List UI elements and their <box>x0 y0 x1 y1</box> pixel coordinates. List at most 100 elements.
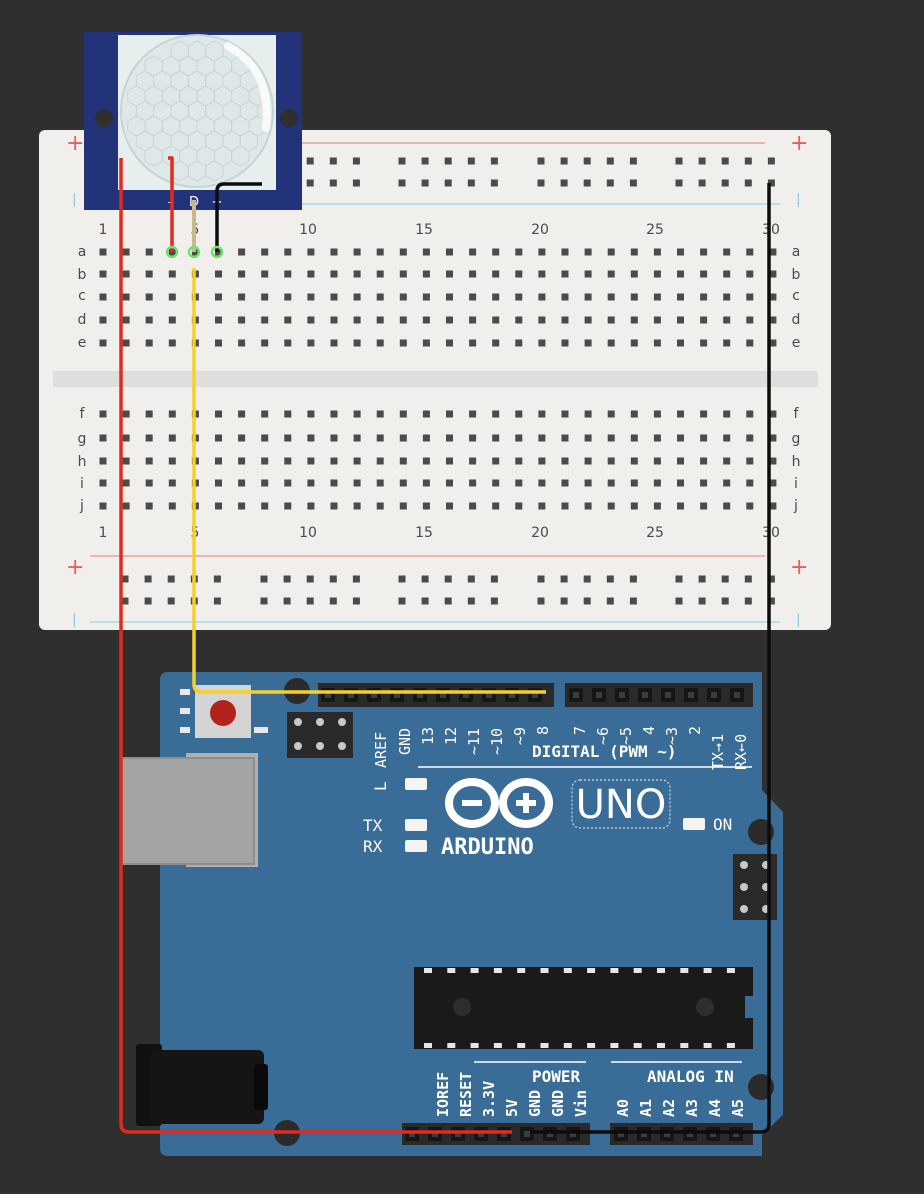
breadboard-hole[interactable] <box>99 502 107 510</box>
breadboard-hole[interactable] <box>284 293 292 301</box>
breadboard-hole[interactable] <box>746 410 754 418</box>
breadboard-hole[interactable] <box>376 270 384 278</box>
breadboard-hole[interactable] <box>145 502 153 510</box>
breadboard-hole[interactable] <box>122 270 130 278</box>
breadboard-hole[interactable] <box>238 270 246 278</box>
breadboard-hole[interactable] <box>145 339 153 347</box>
rail-hole[interactable] <box>352 179 360 187</box>
breadboard-hole[interactable] <box>723 434 731 442</box>
breadboard-hole[interactable] <box>307 293 315 301</box>
breadboard-hole[interactable] <box>353 248 361 256</box>
breadboard-hole[interactable] <box>215 316 222 324</box>
breadboard-hole[interactable] <box>584 434 592 442</box>
breadboard-hole[interactable] <box>122 316 130 324</box>
rail-hole[interactable] <box>560 575 568 583</box>
breadboard-hole[interactable] <box>284 457 292 465</box>
breadboard-hole[interactable] <box>677 410 684 418</box>
breadboard-hole[interactable] <box>561 502 569 510</box>
breadboard-hole[interactable] <box>99 293 107 301</box>
breadboard-hole[interactable] <box>446 339 453 347</box>
breadboard-hole[interactable] <box>422 410 430 418</box>
breadboard-hole[interactable] <box>422 339 430 347</box>
breadboard-hole[interactable] <box>653 270 661 278</box>
breadboard-hole[interactable] <box>677 457 684 465</box>
breadboard-hole[interactable] <box>492 410 500 418</box>
breadboard-hole[interactable] <box>630 502 638 510</box>
breadboard-hole[interactable] <box>145 479 153 487</box>
breadboard-hole[interactable] <box>515 457 523 465</box>
breadboard-hole[interactable] <box>653 457 661 465</box>
breadboard-hole[interactable] <box>653 502 661 510</box>
breadboard-hole[interactable] <box>538 248 546 256</box>
rail-hole[interactable] <box>467 597 475 605</box>
breadboard-hole[interactable] <box>700 316 708 324</box>
breadboard-hole[interactable] <box>446 434 453 442</box>
breadboard-hole[interactable] <box>353 410 361 418</box>
breadboard-hole[interactable] <box>630 339 638 347</box>
breadboard-hole[interactable] <box>515 502 523 510</box>
breadboard-hole[interactable] <box>307 248 315 256</box>
rail-hole[interactable] <box>421 157 429 165</box>
rail-hole[interactable] <box>698 179 706 187</box>
breadboard-hole[interactable] <box>746 502 754 510</box>
breadboard-hole[interactable] <box>99 457 107 465</box>
breadboard-hole[interactable] <box>746 457 754 465</box>
breadboard-hole[interactable] <box>261 293 269 301</box>
rail-hole[interactable] <box>398 179 406 187</box>
rail-hole[interactable] <box>467 179 475 187</box>
breadboard-hole[interactable] <box>238 293 246 301</box>
breadboard-hole[interactable] <box>584 293 592 301</box>
breadboard-hole[interactable] <box>469 502 477 510</box>
breadboard-hole[interactable] <box>330 457 338 465</box>
breadboard-hole[interactable] <box>677 270 684 278</box>
breadboard-hole[interactable] <box>446 248 453 256</box>
breadboard-hole[interactable] <box>723 316 731 324</box>
rail-hole[interactable] <box>721 597 729 605</box>
breadboard-hole[interactable] <box>261 339 269 347</box>
breadboard-hole[interactable] <box>677 339 684 347</box>
breadboard-hole[interactable] <box>261 434 269 442</box>
breadboard-hole[interactable] <box>746 479 754 487</box>
rail-hole[interactable] <box>629 597 637 605</box>
rail-hole[interactable] <box>352 575 360 583</box>
breadboard-hole[interactable] <box>607 479 615 487</box>
rail-hole[interactable] <box>329 157 337 165</box>
breadboard-hole[interactable] <box>353 293 361 301</box>
breadboard-hole[interactable] <box>307 457 315 465</box>
breadboard-hole[interactable] <box>446 479 453 487</box>
breadboard-hole[interactable] <box>492 457 500 465</box>
breadboard-hole[interactable] <box>399 479 407 487</box>
breadboard-hole[interactable] <box>723 248 731 256</box>
breadboard-hole[interactable] <box>653 316 661 324</box>
breadboard-hole[interactable] <box>376 293 384 301</box>
breadboard-hole[interactable] <box>145 248 153 256</box>
breadboard-hole[interactable] <box>492 248 500 256</box>
rail-hole[interactable] <box>329 597 337 605</box>
rail-hole[interactable] <box>744 157 752 165</box>
rail-hole[interactable] <box>444 157 452 165</box>
rail-hole[interactable] <box>421 597 429 605</box>
breadboard-hole[interactable] <box>630 270 638 278</box>
breadboard-hole[interactable] <box>746 293 754 301</box>
rail-hole[interactable] <box>629 157 637 165</box>
breadboard-hole[interactable] <box>538 293 546 301</box>
breadboard-hole[interactable] <box>399 457 407 465</box>
breadboard-hole[interactable] <box>353 270 361 278</box>
rail-hole[interactable] <box>675 575 683 583</box>
breadboard-hole[interactable] <box>492 316 500 324</box>
breadboard-hole[interactable] <box>99 248 107 256</box>
breadboard-hole[interactable] <box>330 270 338 278</box>
breadboard-hole[interactable] <box>746 270 754 278</box>
breadboard-hole[interactable] <box>399 434 407 442</box>
breadboard-hole[interactable] <box>284 410 292 418</box>
rail-hole[interactable] <box>537 597 545 605</box>
breadboard-hole[interactable] <box>584 270 592 278</box>
rail-hole[interactable] <box>329 179 337 187</box>
breadboard-hole[interactable] <box>561 457 569 465</box>
rail-hole[interactable] <box>560 157 568 165</box>
rail-hole[interactable] <box>306 575 314 583</box>
breadboard-hole[interactable] <box>653 248 661 256</box>
breadboard-hole[interactable] <box>584 316 592 324</box>
rail-hole[interactable] <box>490 575 498 583</box>
breadboard-hole[interactable] <box>122 293 130 301</box>
